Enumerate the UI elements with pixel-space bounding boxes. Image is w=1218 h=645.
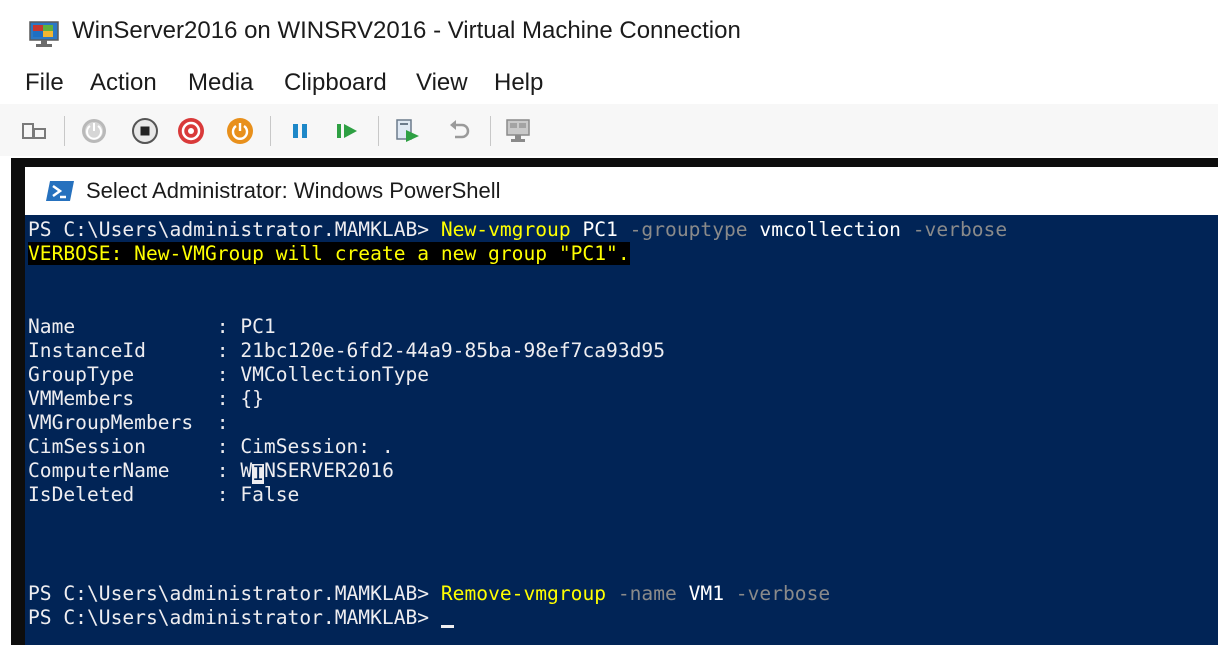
verbose-message: VERBOSE: New-VMGroup will create a new g… — [28, 242, 630, 265]
property-value: CimSession: . — [240, 435, 394, 458]
pause-icon[interactable] — [286, 117, 314, 145]
property-name: ComputerName — [28, 459, 217, 482]
property-separator: : — [216, 411, 229, 434]
menu-bar: File Action Media Clipboard View Help — [0, 64, 1218, 102]
start-icon[interactable] — [80, 117, 108, 145]
console-line-property: InstanceId : 21bc120e-6fd2-44a9-85ba-98e… — [28, 339, 665, 363]
argument: PC1 — [570, 218, 630, 241]
console-line-property: VMMembers : {} — [28, 387, 264, 411]
save-icon[interactable] — [226, 117, 254, 145]
property-value: False — [240, 483, 300, 506]
argument: vmcollection — [747, 218, 913, 241]
console-line-verbose: VERBOSE: New-VMGroup will create a new g… — [28, 242, 630, 266]
toolbar-separator — [64, 116, 65, 146]
shut-down-icon[interactable] — [177, 117, 205, 145]
console-line-property: CimSession : CimSession: . — [28, 435, 394, 459]
toolbar-separator — [378, 116, 379, 146]
powershell-window[interactable]: Select Administrator: Windows PowerShell… — [11, 158, 1218, 645]
property-name: Name — [28, 315, 217, 338]
toolbar — [0, 104, 1218, 156]
property-value: VMCollectionType — [240, 363, 430, 386]
property-separator: : — [216, 435, 241, 458]
property-value: 21bc120e-6fd2-44a9-85ba-98ef7ca93d95 — [240, 339, 666, 362]
property-value: {} — [240, 387, 264, 410]
revert-icon[interactable] — [446, 117, 474, 145]
property-name: VMMembers — [28, 387, 217, 410]
property-name: GroupType — [28, 363, 217, 386]
window-title: WinServer2016 on WINSRV2016 - Virtual Ma… — [72, 17, 741, 44]
blinking-cursor — [440, 625, 454, 628]
powershell-icon — [46, 181, 74, 201]
cmdlet-new-vmgroup: New-vmgroup — [440, 218, 571, 241]
menu-media[interactable]: Media — [188, 69, 253, 97]
window-titlebar: WinServer2016 on WINSRV2016 - Virtual Ma… — [0, 0, 1218, 64]
property-name: CimSession — [28, 435, 217, 458]
menu-action[interactable]: Action — [90, 69, 157, 97]
menu-view[interactable]: View — [416, 69, 468, 97]
cmdlet-remove-vmgroup: Remove-vmgroup — [440, 582, 607, 605]
console-line-command-1: PS C:\Users\administrator.MAMKLAB> New-v… — [28, 218, 1007, 242]
resume-icon[interactable] — [333, 117, 361, 145]
argument: VM1 — [688, 582, 725, 605]
console-line-command-2: PS C:\Users\administrator.MAMKLAB> Remov… — [28, 582, 830, 606]
property-value: NSERVER2016 — [264, 459, 394, 482]
property-separator: : — [216, 363, 241, 386]
property-name: InstanceId — [28, 339, 217, 362]
parameter: -verbose — [724, 582, 831, 605]
prompt: PS C:\Users\administrator.MAMKLAB> — [28, 218, 441, 241]
checkpoint-icon[interactable] — [393, 117, 421, 145]
menu-clipboard[interactable]: Clipboard — [284, 69, 387, 97]
powershell-titlebar[interactable]: Select Administrator: Windows PowerShell — [25, 167, 1218, 215]
ctrl-alt-del-icon[interactable] — [20, 117, 48, 145]
console-line-property: Name : PC1 — [28, 315, 276, 339]
enhanced-session-icon[interactable] — [504, 117, 532, 145]
console-line-property: IsDeleted : False — [28, 483, 299, 507]
property-separator: : — [216, 315, 241, 338]
menu-help[interactable]: Help — [494, 69, 543, 97]
console-line-property: VMGroupMembers : — [28, 411, 229, 435]
powershell-console[interactable]: PS C:\Users\administrator.MAMKLAB> New-v… — [25, 215, 1218, 645]
parameter: -name — [606, 582, 689, 605]
property-separator: : — [216, 387, 241, 410]
console-line-property: GroupType : VMCollectionType — [28, 363, 429, 387]
prompt: PS C:\Users\administrator.MAMKLAB> — [28, 606, 441, 629]
parameter: -verbose — [912, 218, 1008, 241]
parameter: -grouptype — [629, 218, 748, 241]
vm-connection-icon — [29, 21, 59, 47]
property-name: IsDeleted — [28, 483, 217, 506]
turn-off-icon[interactable] — [131, 117, 159, 145]
property-separator: : — [216, 483, 241, 506]
toolbar-separator — [490, 116, 491, 146]
property-value-prefix: W — [240, 459, 253, 482]
menu-file[interactable]: File — [25, 69, 64, 97]
property-value: PC1 — [240, 315, 276, 338]
property-name: VMGroupMembers — [28, 411, 217, 434]
property-separator: : — [216, 339, 241, 362]
console-line-property: ComputerName : WINSERVER2016 — [28, 459, 394, 485]
toolbar-separator — [270, 116, 271, 146]
text-cursor: I — [252, 462, 265, 485]
prompt: PS C:\Users\administrator.MAMKLAB> — [28, 582, 441, 605]
property-separator: : — [216, 459, 241, 482]
powershell-title: Select Administrator: Windows PowerShell — [86, 178, 501, 203]
console-line-prompt[interactable]: PS C:\Users\administrator.MAMKLAB> — [28, 606, 454, 630]
